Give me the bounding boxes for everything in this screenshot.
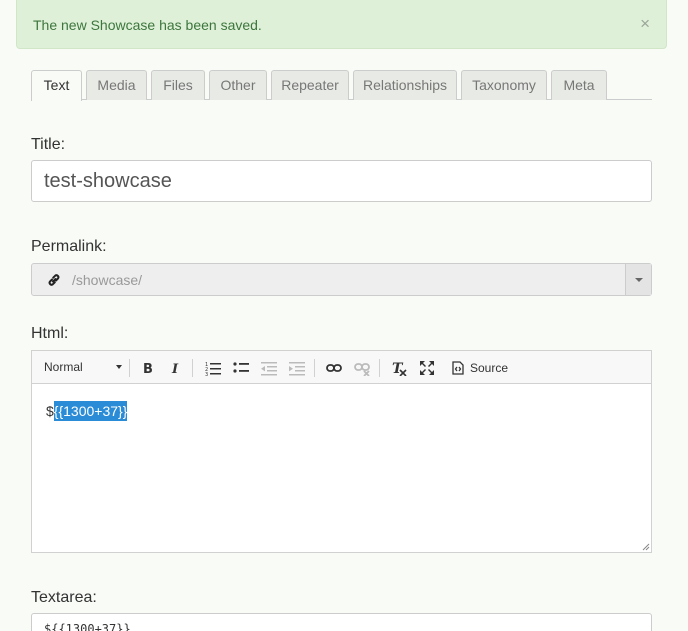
textarea-field[interactable]: ${{1300+37}}: [31, 613, 652, 631]
selected-text: {{1300+37}}: [53, 401, 128, 421]
chevron-down-icon[interactable]: [625, 264, 651, 295]
permalink-value: /showcase/: [72, 272, 143, 288]
unlink-icon[interactable]: [350, 356, 374, 380]
editor-content[interactable]: ${{1300+37}}: [32, 385, 651, 552]
format-dropdown[interactable]: Normal: [36, 355, 128, 379]
tab-other[interactable]: Other: [209, 70, 267, 100]
outdent-icon[interactable]: [257, 356, 281, 380]
tab-files[interactable]: Files: [151, 70, 205, 100]
title-input[interactable]: test-showcase: [31, 160, 652, 202]
source-button[interactable]: Source: [451, 356, 515, 380]
permalink-label: Permalink:: [31, 238, 107, 255]
numbered-list-icon[interactable]: 123: [201, 356, 225, 380]
close-icon[interactable]: ×: [640, 15, 650, 32]
maximize-icon[interactable]: [415, 356, 439, 380]
title-label: Title:: [31, 136, 66, 153]
toolbar-divider: [314, 359, 315, 377]
bullet-list-icon[interactable]: [229, 356, 253, 380]
success-alert: The new Showcase has been saved. ×: [16, 0, 667, 49]
tab-bar: Text Media Files Other Repeater Relation…: [31, 70, 652, 101]
permalink-field[interactable]: /showcase/: [31, 263, 652, 296]
svg-text:I: I: [171, 362, 179, 376]
editor-toolbar: Normal B I 123 T Source: [32, 351, 651, 384]
resize-handle-icon[interactable]: [640, 541, 650, 551]
tab-meta[interactable]: Meta: [551, 70, 607, 100]
textarea-label: Textarea:: [31, 589, 97, 606]
tab-repeater[interactable]: Repeater: [271, 70, 349, 100]
toolbar-divider: [379, 359, 380, 377]
link-icon[interactable]: [322, 356, 346, 380]
tab-text[interactable]: Text: [31, 70, 82, 101]
toolbar-divider: [129, 359, 130, 377]
alert-message: The new Showcase has been saved.: [33, 17, 262, 33]
tab-relationships[interactable]: Relationships: [353, 70, 457, 100]
italic-icon[interactable]: I: [163, 356, 187, 380]
indent-icon[interactable]: [285, 356, 309, 380]
editor-text-line: ${{1300+37}}: [46, 401, 128, 421]
svg-text:B: B: [143, 362, 153, 376]
source-label: Source: [470, 361, 509, 375]
toolbar-divider: [192, 359, 193, 377]
tab-taxonomy[interactable]: Taxonomy: [461, 70, 547, 100]
svg-text:3: 3: [205, 372, 208, 376]
tab-media[interactable]: Media: [86, 70, 147, 100]
link-icon: [46, 272, 62, 288]
editor-text-prefix: $: [46, 403, 54, 419]
clear-format-icon[interactable]: T: [387, 356, 411, 380]
source-icon: [452, 361, 464, 375]
html-label: Html:: [31, 325, 69, 342]
bold-icon[interactable]: B: [136, 356, 160, 380]
html-editor: Normal B I 123 T Source ${{1300+37}}: [31, 350, 652, 553]
